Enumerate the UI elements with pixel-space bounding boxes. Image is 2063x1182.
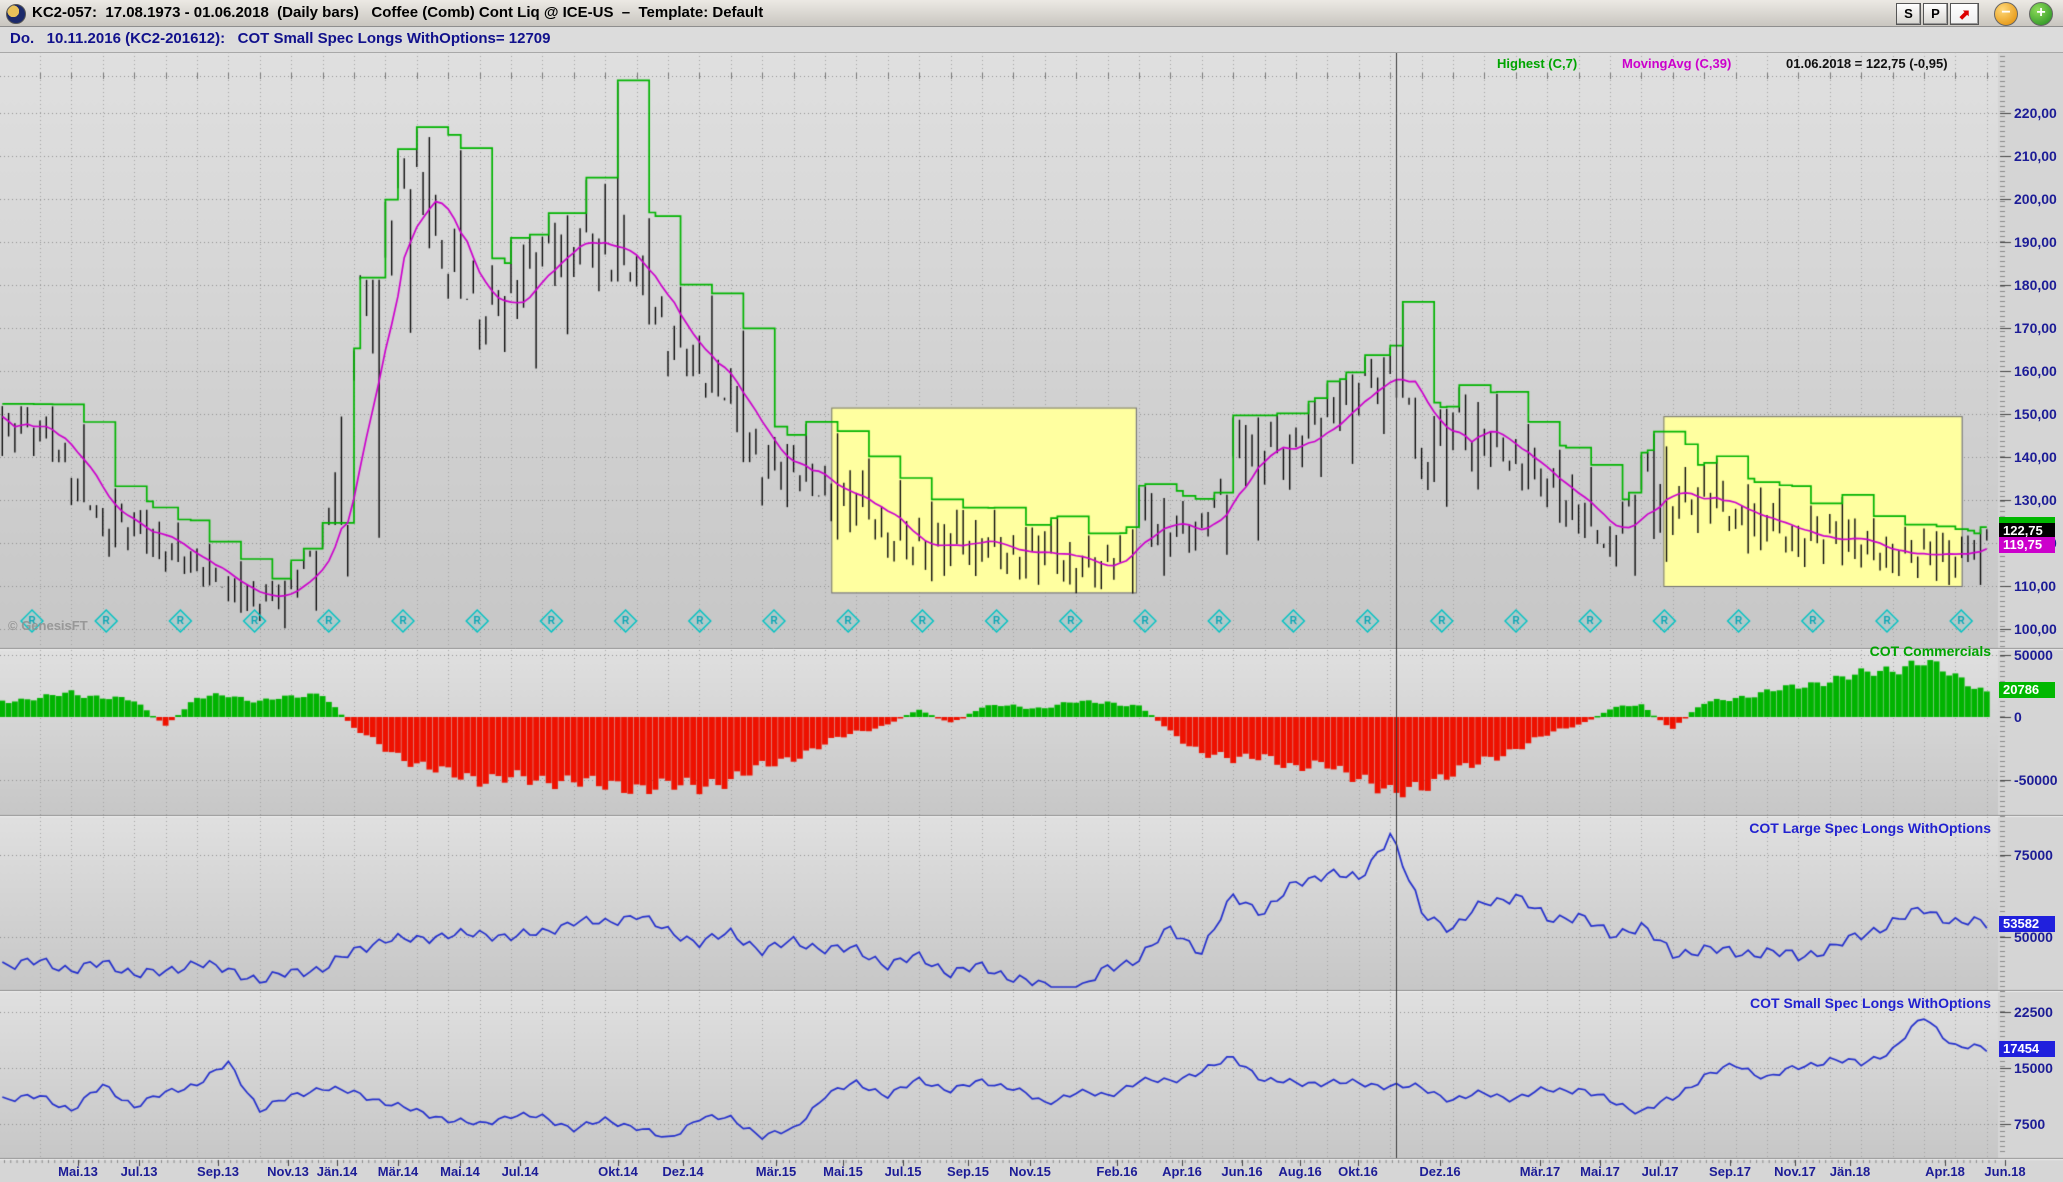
price-axis-label: 110,00 bbox=[2014, 578, 2056, 594]
time-axis-label: Okt.14 bbox=[598, 1164, 638, 1179]
cursor-info-text: Do. 10.11.2016 (KC2-201612): COT Small S… bbox=[10, 30, 550, 47]
time-axis-label: Jul.15 bbox=[885, 1164, 922, 1179]
time-axis-label: Mai.17 bbox=[1580, 1164, 1620, 1179]
time-axis-label: Jul.14 bbox=[502, 1164, 539, 1179]
price-axis-label: 210,00 bbox=[2014, 148, 2057, 164]
commercials-axis-label: -50000 bbox=[2014, 772, 2058, 788]
time-axis-label: Feb.16 bbox=[1096, 1164, 1137, 1179]
small-spec-axis-label: 22500 bbox=[2014, 1004, 2053, 1020]
indicator-highest-label[interactable]: Highest (C,7) bbox=[1497, 56, 1577, 71]
app-icon bbox=[6, 4, 26, 24]
price-axis-label: 130,00 bbox=[2014, 492, 2057, 508]
movingavg-value-marker: 119,75 bbox=[1999, 537, 2055, 553]
time-axis-label: Sep.15 bbox=[947, 1164, 989, 1179]
time-axis-label: Mär.14 bbox=[378, 1164, 418, 1179]
time-axis-label: Jul.13 bbox=[121, 1164, 158, 1179]
price-axis-label: 200,00 bbox=[2014, 191, 2057, 207]
zoom-out-button[interactable]: − bbox=[1994, 2, 2018, 26]
title-bar[interactable]: KC2-057: 17.08.1973 - 01.06.2018 (Daily … bbox=[0, 0, 2063, 27]
price-axis-label: 180,00 bbox=[2014, 277, 2057, 293]
commercials-value-marker: 20786 bbox=[1999, 682, 2055, 698]
time-axis-label: Mai.14 bbox=[440, 1164, 480, 1179]
genesisft-watermark: © GenesisFT bbox=[8, 618, 88, 633]
info-bar: Do. 10.11.2016 (KC2-201612): COT Small S… bbox=[0, 27, 2063, 53]
time-axis-label: Apr.16 bbox=[1162, 1164, 1202, 1179]
commercials-axis-label: 0 bbox=[2014, 709, 2022, 725]
price-axis-label: 170,00 bbox=[2014, 320, 2057, 336]
time-axis-label: Okt.16 bbox=[1338, 1164, 1378, 1179]
time-axis-label: Mai.15 bbox=[823, 1164, 863, 1179]
time-axis-label: Jän.18 bbox=[1830, 1164, 1870, 1179]
print-button[interactable]: P bbox=[1923, 3, 1948, 25]
price-axis-label: 160,00 bbox=[2014, 363, 2057, 379]
chart-window: KC2-057: 17.08.1973 - 01.06.2018 (Daily … bbox=[0, 0, 2063, 1182]
time-axis-label: Apr.18 bbox=[1925, 1164, 1965, 1179]
time-axis-label: Mär.17 bbox=[1520, 1164, 1560, 1179]
price-axis-label: 190,00 bbox=[2014, 234, 2057, 250]
indicator-movingavg-label[interactable]: MovingAvg (C,39) bbox=[1622, 56, 1731, 71]
time-axis-label: Jul.17 bbox=[1642, 1164, 1679, 1179]
price-axis-label: 150,00 bbox=[2014, 406, 2057, 422]
large-spec-axis-label: 75000 bbox=[2014, 847, 2053, 863]
zoom-in-button[interactable]: + bbox=[2029, 2, 2053, 26]
pane-title-cot-small-spec[interactable]: COT Small Spec Longs WithOptions bbox=[1750, 995, 1991, 1011]
pane-title-cot-large-spec[interactable]: COT Large Spec Longs WithOptions bbox=[1749, 820, 1991, 836]
time-axis-label: Aug.16 bbox=[1278, 1164, 1321, 1179]
time-axis-label: Jun.16 bbox=[1221, 1164, 1262, 1179]
time-axis-label: Nov.13 bbox=[267, 1164, 309, 1179]
time-axis-label: Mai.13 bbox=[58, 1164, 98, 1179]
time-axis-label: Sep.13 bbox=[197, 1164, 239, 1179]
time-axis-label: Jän.14 bbox=[317, 1164, 357, 1179]
time-axis-label: Nov.15 bbox=[1009, 1164, 1051, 1179]
time-axis-label: Nov.17 bbox=[1774, 1164, 1816, 1179]
settings-button[interactable]: S bbox=[1896, 3, 1921, 25]
price-axis-label: 220,00 bbox=[2014, 105, 2057, 121]
last-quote-label: 01.06.2018 = 122,75 (-0,95) bbox=[1786, 56, 1948, 71]
commercials-axis-label: 50000 bbox=[2014, 647, 2053, 663]
small-spec-axis-label: 7500 bbox=[2014, 1116, 2045, 1132]
pane-title-cot-commercials[interactable]: COT Commercials bbox=[1870, 643, 1991, 659]
time-axis-label: Jun.18 bbox=[1984, 1164, 2025, 1179]
time-axis-label: Dez.16 bbox=[1419, 1164, 1460, 1179]
time-axis-label: Sep.17 bbox=[1709, 1164, 1751, 1179]
price-axis-label: 140,00 bbox=[2014, 449, 2057, 465]
small-spec-axis-label: 15000 bbox=[2014, 1060, 2053, 1076]
window-title: KC2-057: 17.08.1973 - 01.06.2018 (Daily … bbox=[32, 4, 763, 21]
time-axis-label: Dez.14 bbox=[662, 1164, 703, 1179]
small-spec-value-marker: 17454 bbox=[1999, 1041, 2055, 1057]
price-axis-label: 100,00 bbox=[2014, 621, 2057, 637]
time-axis-label: Mär.15 bbox=[756, 1164, 796, 1179]
large-spec-value-marker: 53582 bbox=[1999, 916, 2055, 932]
expand-window-icon[interactable]: ⬈ bbox=[1950, 3, 1979, 25]
